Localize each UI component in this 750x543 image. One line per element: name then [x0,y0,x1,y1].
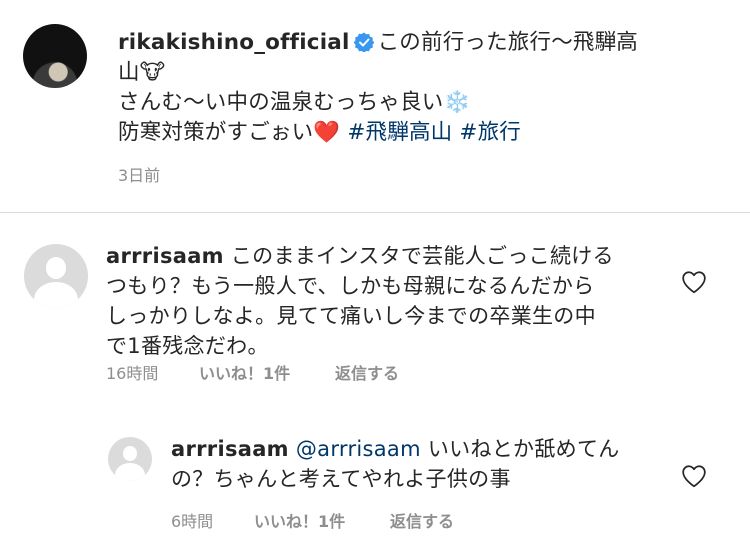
comment-text-line: つもり？もう一般人で、しかも母親になるんだから [106,274,595,298]
comment-likes-count[interactable]: いいね！1件 [199,360,290,384]
commenter-avatar[interactable] [24,244,88,308]
divider [0,212,750,213]
hashtag-link[interactable]: #旅行 [459,120,521,145]
comment-likes-count[interactable]: いいね！1件 [254,508,345,532]
caption-line-3: さんむ〜い中の温泉むっちゃ良い❄️ [118,90,471,115]
caption-line-1: この前行った旅行〜飛騨高 [377,30,638,55]
reply-button[interactable]: 返信する [390,508,454,532]
comment-text-line: このままインスタで芸能人ごっこ続ける [230,244,614,268]
post-username[interactable]: rikakishino_official [118,30,350,55]
comment-text-line: いいねとか舐めてん [427,437,620,461]
commenter-avatar[interactable] [108,437,152,481]
comment-body: arrrisaam このままインスタで芸能人ごっこ続ける つもり？もう一般人で、… [106,241,651,361]
reply-username[interactable]: arrrisaam [171,437,289,461]
mention-link[interactable]: @arrrisaam [296,437,421,461]
comment-text-line: しっかりしなよ。見てて痛いし今までの卒業生の中 [106,304,596,328]
comment-text-line: の？ちゃんと考えてやれよ子供の事 [171,467,511,491]
reply-body: arrrisaam @arrrisaam いいねとか舐めてん の？ちゃんと考えて… [171,434,651,494]
comment-text-line: で1番残念だわ。 [106,334,269,358]
caption-line-2: 山🐮 [118,60,166,85]
comment-time: 16時間 [106,364,159,383]
hashtag-link[interactable]: #飛騨高山 [347,120,452,145]
comment-username[interactable]: arrrisaam [106,244,224,268]
reply-button[interactable]: 返信する [335,360,399,384]
comment-time: 6時間 [171,512,214,531]
post-author-avatar[interactable] [23,24,87,88]
post-caption: rikakishino_official この前行った旅行〜飛騨高 山🐮 さんむ〜… [118,28,678,148]
post-timestamp: 3日前 [118,166,161,185]
heart-outline-icon[interactable] [681,270,707,294]
heart-outline-icon[interactable] [681,464,707,488]
verified-badge-icon [353,32,374,52]
caption-line-4: 防寒対策がすごぉい❤️ [118,120,341,145]
